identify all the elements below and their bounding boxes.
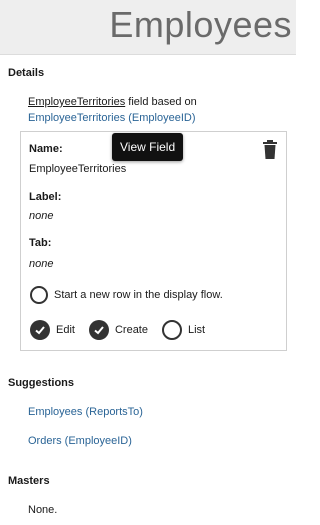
field-card: Name: EmployeeTerritories Label: none Ta… — [20, 131, 287, 351]
page-title: Employees — [109, 4, 292, 45]
field-name-link[interactable]: EmployeeTerritories — [28, 96, 125, 108]
masters-value: None. — [28, 504, 58, 516]
list-option[interactable]: List — [162, 320, 205, 340]
list-label: List — [188, 324, 206, 336]
suggestion-link[interactable]: Orders (EmployeeID) — [28, 435, 132, 447]
new-row-radio[interactable] — [30, 286, 48, 304]
new-row-label: Start a new row in the display flow. — [54, 289, 223, 301]
view-field-tooltip: View Field — [112, 133, 184, 161]
display-options: Edit Create List — [30, 320, 219, 340]
label-value: none — [29, 210, 54, 222]
tab-value: none — [29, 258, 54, 270]
edit-label: Edit — [56, 324, 75, 336]
checked-icon — [30, 320, 50, 340]
based-on-row: EmployeeTerritories (EmployeeID) — [28, 112, 196, 124]
details-section-title: Details — [8, 67, 45, 79]
create-option[interactable]: Create — [88, 320, 148, 340]
page-header: Employees — [0, 0, 296, 55]
name-label: Name: — [29, 143, 63, 155]
suggestion-link[interactable]: Employees (ReportsTo) — [28, 406, 143, 418]
masters-section-title: Masters — [8, 475, 50, 487]
suggestion-item: Employees (ReportsTo) — [28, 406, 143, 418]
based-on-link[interactable]: EmployeeTerritories (EmployeeID) — [28, 112, 196, 124]
checked-icon — [88, 320, 109, 340]
suggestions-section-title: Suggestions — [8, 377, 75, 389]
create-label: Create — [114, 324, 148, 336]
name-value: EmployeeTerritories — [29, 163, 127, 175]
unchecked-icon — [162, 320, 182, 340]
trash-icon[interactable] — [262, 140, 278, 160]
tab-label: Tab: — [29, 237, 52, 249]
field-description: EmployeeTerritories field based on — [28, 96, 197, 108]
edit-option[interactable]: Edit — [30, 320, 75, 340]
field-based-on-text: field based on — [125, 96, 197, 108]
label-label: Label: — [29, 191, 62, 203]
new-row-option[interactable]: Start a new row in the display flow. — [30, 286, 223, 304]
suggestion-item: Orders (EmployeeID) — [28, 435, 132, 447]
